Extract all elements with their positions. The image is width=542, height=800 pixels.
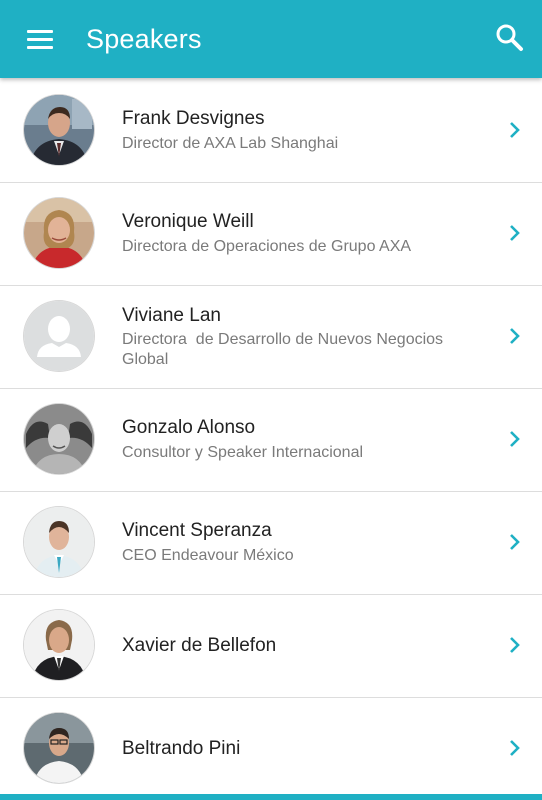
speaker-name: Viviane Lan [122,305,221,326]
avatar [24,713,94,783]
search-button[interactable] [490,18,530,58]
speaker-row[interactable]: Beltrando Pini [0,698,542,794]
speaker-row[interactable]: Xavier de Bellefon [0,595,542,698]
speaker-role: Directora de Operaciones de Grupo AXA [122,238,412,255]
speaker-role: Consultor y Speaker Internacional [122,444,364,461]
speaker-role: Director de AXA Lab Shanghai [122,135,339,152]
speaker-name: Frank Desvignes [122,108,265,129]
speaker-name: Beltrando Pini [122,738,241,759]
speakers-list: Frank Desvignes Director de AXA Lab Shan… [0,80,542,794]
speaker-row[interactable]: Vincent Speranza CEO Endeavour México [0,492,542,595]
avatar [24,507,94,577]
search-icon [496,24,523,51]
speaker-name: Veronique Weill [122,211,254,232]
avatar [24,610,94,680]
chevron-right-icon [510,431,520,447]
chevron-right-icon [510,328,520,344]
speaker-name: Xavier de Bellefon [122,635,277,656]
speaker-name: Gonzalo Alonso [122,417,256,438]
app-bar: Speakers [0,0,542,78]
speaker-role: CEO Endeavour México [122,547,294,564]
chevron-right-icon [510,637,520,653]
avatar [24,404,94,474]
placeholder-person-icon [24,301,94,371]
speaker-row[interactable]: Frank Desvignes Director de AXA Lab Shan… [0,80,542,183]
chevron-right-icon [510,122,520,138]
speaker-row[interactable]: Veronique Weill Directora de Operaciones… [0,183,542,286]
chevron-right-icon [510,225,520,241]
speaker-row[interactable]: Gonzalo Alonso Consultor y Speaker Inter… [0,389,542,492]
avatar [24,95,94,165]
chevron-right-icon [510,740,520,756]
avatar [24,301,94,371]
chevron-right-icon [510,534,520,550]
bottom-accent-bar [0,794,542,800]
speaker-row[interactable]: Viviane Lan Directora de Desarrollo de N… [0,286,542,389]
menu-button[interactable] [18,20,62,60]
page-title: Speakers [86,24,202,54]
speaker-role: Directora de Desarrollo de Nuevos Negoci… [122,331,448,368]
avatar [24,198,94,268]
speaker-name: Vincent Speranza [122,520,272,541]
